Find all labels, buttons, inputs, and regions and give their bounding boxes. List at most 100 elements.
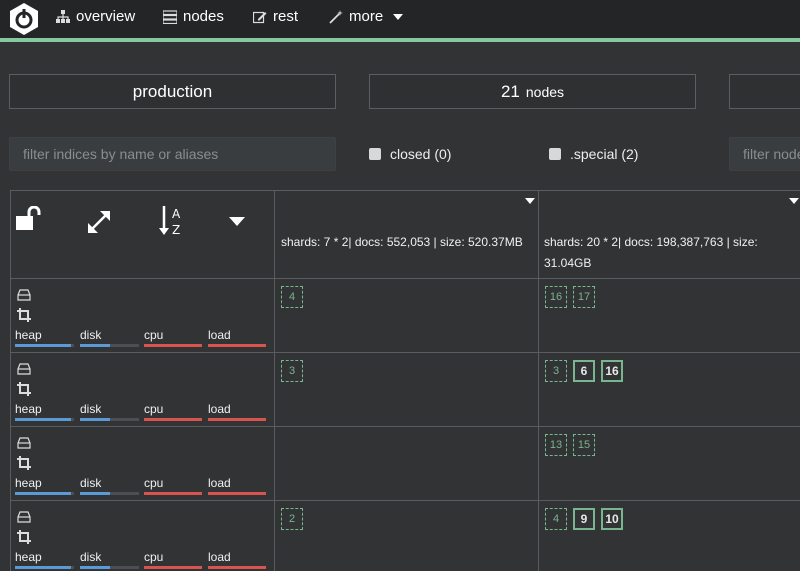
primary-shard[interactable]: 16 xyxy=(601,360,623,382)
nav-overview[interactable]: overview xyxy=(56,8,135,25)
index-menu-chevron-icon[interactable] xyxy=(789,198,799,204)
metric-bar-cpu xyxy=(144,418,202,421)
metric-fill-heap xyxy=(15,566,71,569)
metric-label-disk: disk xyxy=(80,402,102,416)
cluster-name-box: production xyxy=(9,74,336,109)
accent-divider xyxy=(0,38,800,42)
closed-checkbox[interactable] xyxy=(369,148,381,160)
metric-fill-load xyxy=(208,418,266,421)
metric-label-disk: disk xyxy=(80,476,102,490)
metric-fill-disk xyxy=(80,566,110,569)
special-indices-toggle[interactable]: .special (2) xyxy=(549,146,638,162)
replica-shard[interactable]: 17 xyxy=(573,286,595,308)
metric-fill-heap xyxy=(15,492,71,495)
grid-line xyxy=(10,190,11,571)
sort-alpha-icon[interactable]: AZ xyxy=(158,204,188,243)
metric-label-heap: heap xyxy=(15,402,42,416)
crop-icon xyxy=(17,308,31,322)
metric-fill-cpu xyxy=(144,418,202,421)
metric-bar-heap xyxy=(15,566,74,569)
metric-bar-load xyxy=(208,566,266,569)
sort-dropdown-icon[interactable] xyxy=(229,217,245,226)
replica-shard[interactable]: 2 xyxy=(281,508,303,530)
index-filter-input[interactable]: filter indices by name or aliases xyxy=(9,137,336,171)
unlock-icon[interactable] xyxy=(15,205,43,237)
index-stats-line: shards: 7 * 2| docs: 552,053 | size: 520… xyxy=(281,235,523,249)
crop-icon xyxy=(17,382,31,396)
grid-line xyxy=(10,426,800,427)
replica-shard[interactable]: 15 xyxy=(573,434,595,456)
drive-icon xyxy=(17,436,31,450)
closed-label: closed (0) xyxy=(390,146,452,162)
metric-label-cpu: cpu xyxy=(144,550,164,564)
metric-label-load: load xyxy=(208,476,231,490)
metric-fill-heap xyxy=(15,344,71,347)
metric-fill-cpu xyxy=(144,344,202,347)
index-stats-line: 31.04GB xyxy=(544,256,592,270)
metric-fill-disk xyxy=(80,418,110,421)
cluster-name: production xyxy=(132,81,213,101)
metric-bar-disk xyxy=(80,566,139,569)
index-stats-2: shards: 20 * 2| docs: 198,387,763 | size… xyxy=(544,232,784,274)
primary-shard[interactable]: 9 xyxy=(573,508,595,530)
metric-bar-heap xyxy=(15,418,74,421)
special-checkbox[interactable] xyxy=(549,148,561,160)
nav-nodes-label: nodes xyxy=(183,8,224,25)
metric-label-disk: disk xyxy=(80,550,102,564)
nav-more-dropdown[interactable]: more xyxy=(329,8,404,25)
metric-label-disk: disk xyxy=(80,328,102,342)
metric-bar-disk xyxy=(80,344,139,347)
metric-label-load: load xyxy=(208,550,231,564)
nav-rest-label: rest xyxy=(273,8,299,25)
edit-icon xyxy=(253,10,267,24)
replica-shard[interactable]: 3 xyxy=(281,360,303,382)
metric-label-cpu: cpu xyxy=(144,328,164,342)
metric-label-heap: heap xyxy=(15,476,42,490)
node-count: 21 xyxy=(500,81,520,101)
metric-bar-cpu xyxy=(144,492,202,495)
metric-bar-cpu xyxy=(144,344,202,347)
replica-shard[interactable]: 4 xyxy=(281,286,303,308)
special-label: .special (2) xyxy=(570,146,639,162)
index-menu-chevron-icon[interactable] xyxy=(525,198,535,204)
primary-shard[interactable]: 6 xyxy=(573,360,595,382)
metric-bar-heap xyxy=(15,344,74,347)
index-stats-1: shards: 7 * 2| docs: 552,053 | size: 520… xyxy=(281,232,523,253)
grid-line xyxy=(10,352,800,353)
chevron-down-icon xyxy=(393,13,404,20)
grid-line xyxy=(10,190,800,191)
metric-label-heap: heap xyxy=(15,328,42,342)
nav-rest[interactable]: rest xyxy=(253,8,298,25)
replica-shard[interactable]: 4 xyxy=(545,508,567,530)
metric-bar-load xyxy=(208,344,266,347)
grid-line xyxy=(538,190,539,571)
metric-bar-load xyxy=(208,492,266,495)
node-filter-placeholder: filter nodes xyxy=(743,146,800,162)
node-count-unit: nodes xyxy=(525,83,565,100)
metric-fill-cpu xyxy=(144,566,202,569)
node-count-box: 21 nodes xyxy=(369,74,696,109)
replica-shard[interactable]: 13 xyxy=(545,434,567,456)
metric-fill-load xyxy=(208,566,266,569)
node-filter-input[interactable]: filter nodes xyxy=(729,137,800,171)
metric-bar-heap xyxy=(15,492,74,495)
grid-line xyxy=(274,190,275,571)
drive-icon xyxy=(17,288,31,302)
primary-shard[interactable]: 10 xyxy=(601,508,623,530)
next-summary-box xyxy=(729,74,800,109)
metric-label-load: load xyxy=(208,402,231,416)
expand-icon[interactable] xyxy=(86,209,112,240)
metric-fill-load xyxy=(208,492,266,495)
grid-line xyxy=(10,278,800,279)
replica-shard[interactable]: 16 xyxy=(545,286,567,308)
replica-shard[interactable]: 3 xyxy=(545,360,567,382)
closed-indices-toggle[interactable]: closed (0) xyxy=(369,146,451,162)
drive-icon xyxy=(17,362,31,376)
metric-bar-cpu xyxy=(144,566,202,569)
cerebro-logo-icon[interactable] xyxy=(8,2,40,36)
metric-label-load: load xyxy=(208,328,231,342)
metric-fill-load xyxy=(208,344,266,347)
metric-label-heap: heap xyxy=(15,550,42,564)
crop-icon xyxy=(17,530,31,544)
nav-nodes[interactable]: nodes xyxy=(163,8,224,25)
